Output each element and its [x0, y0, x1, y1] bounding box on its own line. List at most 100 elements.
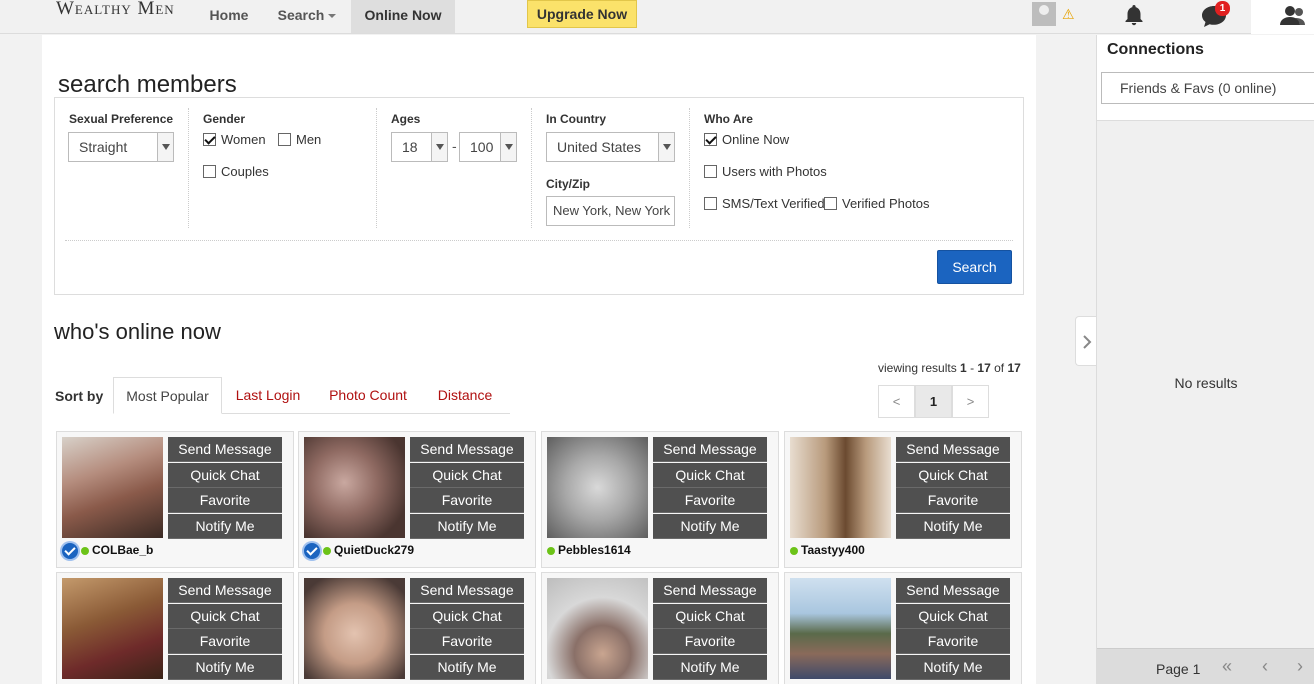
favorite-button[interactable]: Favorite: [168, 488, 282, 513]
member-username[interactable]: QuietDuck279: [334, 543, 414, 557]
favorite-button[interactable]: Favorite: [410, 488, 524, 513]
nav-home[interactable]: Home: [208, 0, 250, 33]
sexual-pref-select[interactable]: Straight: [68, 132, 174, 162]
page-1-button[interactable]: 1: [915, 385, 952, 418]
favorite-button[interactable]: Favorite: [168, 629, 282, 654]
member-card: Send Message Quick Chat Favorite Notify …: [56, 431, 294, 568]
member-photo[interactable]: [304, 578, 405, 679]
online-dot-icon: [547, 546, 555, 555]
favorite-button[interactable]: Favorite: [410, 629, 524, 654]
prev-page-button[interactable]: <: [878, 385, 915, 418]
sort-photo-count[interactable]: Photo Count: [323, 377, 413, 414]
favorite-button[interactable]: Favorite: [653, 488, 767, 513]
next-page-icon[interactable]: ›: [1297, 656, 1303, 677]
gender-men-checkbox[interactable]: Men: [278, 132, 321, 148]
quick-chat-button[interactable]: Quick Chat: [168, 603, 282, 629]
member-actions: Send Message Quick Chat Favorite Notify …: [896, 578, 1011, 680]
profile-avatar-icon[interactable]: [1032, 2, 1056, 26]
main-content: search members Sexual Preference Straigh…: [42, 35, 1036, 684]
member-name-row: COLBae_b: [62, 542, 153, 559]
member-card: Send Message Quick Chat Favorite Notify …: [541, 431, 779, 568]
member-photo[interactable]: [304, 437, 405, 538]
notify-me-button[interactable]: Notify Me: [896, 654, 1010, 680]
gender-couples-checkbox[interactable]: Couples: [203, 164, 269, 180]
range-sep: -: [970, 361, 975, 375]
send-message-button[interactable]: Send Message: [168, 437, 282, 462]
age-min-select[interactable]: 18: [391, 132, 448, 162]
gender-women-checkbox[interactable]: Women: [203, 132, 266, 148]
checkbox-checked-icon: [704, 133, 717, 146]
member-username[interactable]: COLBae_b: [92, 543, 153, 557]
member-actions: Send Message Quick Chat Favorite Notify …: [168, 437, 283, 539]
quick-chat-button[interactable]: Quick Chat: [410, 603, 524, 629]
send-message-button[interactable]: Send Message: [410, 437, 524, 462]
member-actions: Send Message Quick Chat Favorite Notify …: [653, 437, 768, 539]
notify-me-button[interactable]: Notify Me: [653, 654, 767, 680]
connections-toggle[interactable]: [1251, 0, 1314, 34]
column-divider: [376, 108, 377, 228]
city-zip-input[interactable]: New York, New York: [546, 196, 675, 226]
search-form: Sexual Preference Straight Gender Women …: [54, 97, 1024, 295]
send-message-button[interactable]: Send Message: [896, 578, 1010, 603]
quick-chat-button[interactable]: Quick Chat: [653, 603, 767, 629]
quick-chat-button[interactable]: Quick Chat: [410, 462, 524, 488]
notify-me-button[interactable]: Notify Me: [410, 654, 524, 680]
nav-online-now[interactable]: Online Now: [351, 0, 455, 33]
connections-page-label: Page 1: [1156, 661, 1201, 677]
send-message-button[interactable]: Send Message: [653, 578, 767, 603]
sort-last-login[interactable]: Last Login: [228, 377, 308, 414]
quick-chat-button[interactable]: Quick Chat: [168, 462, 282, 488]
bell-icon[interactable]: [1122, 3, 1146, 27]
online-dot-icon: [790, 546, 798, 555]
send-message-button[interactable]: Send Message: [896, 437, 1010, 462]
notify-me-button[interactable]: Notify Me: [168, 513, 282, 539]
of-label: of: [994, 361, 1005, 375]
prev-page-icon[interactable]: ‹: [1262, 656, 1268, 677]
connections-filter-select[interactable]: Friends & Favs (0 online): [1101, 72, 1314, 104]
member-photo[interactable]: [62, 578, 163, 679]
users-with-photos-label: Users with Photos: [722, 164, 827, 179]
sort-distance[interactable]: Distance: [430, 377, 500, 414]
favorite-button[interactable]: Favorite: [896, 488, 1010, 513]
ages-label: Ages: [391, 112, 421, 126]
notify-me-button[interactable]: Notify Me: [168, 654, 282, 680]
notify-me-button[interactable]: Notify Me: [653, 513, 767, 539]
member-photo[interactable]: [790, 578, 891, 679]
sms-verified-checkbox[interactable]: SMS/Text Verified: [704, 196, 825, 212]
favorite-button[interactable]: Favorite: [653, 629, 767, 654]
age-max-select[interactable]: 100: [459, 132, 517, 162]
online-now-checkbox[interactable]: Online Now: [704, 132, 789, 148]
next-page-button[interactable]: >: [952, 385, 989, 418]
online-now-label: Online Now: [722, 132, 790, 147]
send-message-button[interactable]: Send Message: [653, 437, 767, 462]
send-message-button[interactable]: Send Message: [168, 578, 282, 603]
member-username[interactable]: Pebbles1614: [558, 543, 631, 557]
warning-icon[interactable]: ⚠: [1062, 6, 1075, 23]
member-username[interactable]: Taastyy400: [801, 543, 865, 557]
checkbox-icon: [704, 197, 717, 210]
country-select[interactable]: United States: [546, 132, 675, 162]
search-button[interactable]: Search: [937, 250, 1012, 284]
quick-chat-button[interactable]: Quick Chat: [653, 462, 767, 488]
nav-search[interactable]: Search: [276, 0, 338, 33]
member-photo[interactable]: [547, 437, 648, 538]
send-message-button[interactable]: Send Message: [410, 578, 524, 603]
member-photo[interactable]: [62, 437, 163, 538]
notify-me-button[interactable]: Notify Me: [896, 513, 1010, 539]
sort-most-popular[interactable]: Most Popular: [113, 377, 222, 414]
upgrade-button[interactable]: Upgrade Now: [527, 0, 637, 28]
site-logo[interactable]: Wealthy Men: [56, 0, 175, 18]
users-with-photos-checkbox[interactable]: Users with Photos: [704, 164, 827, 180]
quick-chat-button[interactable]: Quick Chat: [896, 462, 1010, 488]
member-photo[interactable]: [547, 578, 648, 679]
quick-chat-button[interactable]: Quick Chat: [896, 603, 1010, 629]
favorite-button[interactable]: Favorite: [896, 629, 1010, 654]
first-page-icon[interactable]: «: [1222, 656, 1232, 677]
collapse-panel-button[interactable]: [1075, 316, 1097, 366]
member-photo[interactable]: [790, 437, 891, 538]
member-card: Send Message Quick Chat Favorite Notify …: [784, 431, 1022, 568]
verified-photos-checkbox[interactable]: Verified Photos: [824, 196, 929, 212]
gender-women-label: Women: [221, 132, 266, 147]
top-navbar: Wealthy Men Home Search Online Now Upgra…: [0, 0, 1314, 34]
notify-me-button[interactable]: Notify Me: [410, 513, 524, 539]
